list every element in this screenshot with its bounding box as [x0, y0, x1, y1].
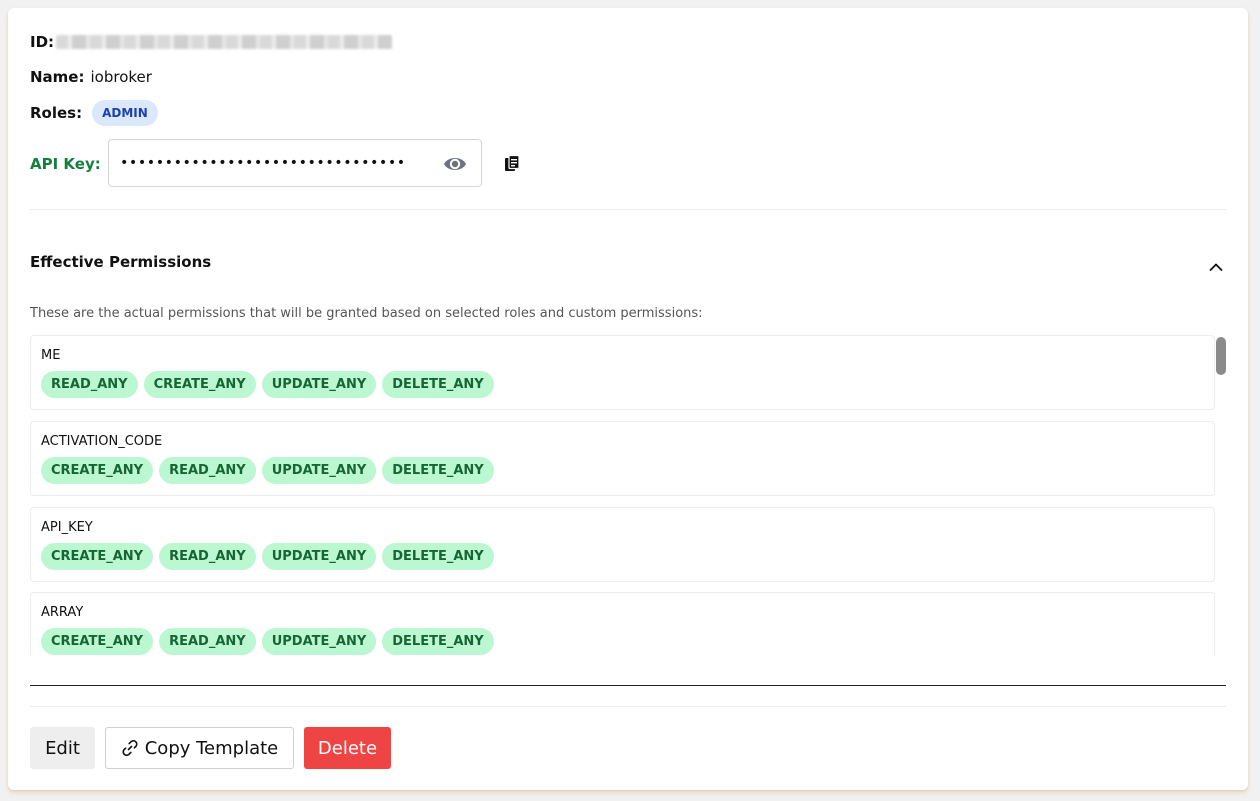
edit-button[interactable]: Edit: [30, 727, 95, 769]
permission-chip: READ_ANY: [159, 543, 256, 570]
roles-label: Roles:: [30, 104, 83, 122]
id-label: ID:: [30, 33, 55, 51]
permission-chip: DELETE_ANY: [382, 628, 494, 655]
permission-name: ME: [41, 348, 61, 363]
api-key-label: API Key:: [30, 155, 101, 173]
edit-button-label: Edit: [45, 737, 80, 759]
permission-actions: CREATE_ANY READ_ANY UPDATE_ANY DELETE_AN…: [41, 457, 494, 484]
id-row: ID:: [30, 33, 393, 51]
permission-item: API_KEY CREATE_ANY READ_ANY UPDATE_ANY D…: [30, 507, 1215, 582]
permissions-list[interactable]: ME READ_ANY CREATE_ANY UPDATE_ANY DELETE…: [30, 335, 1226, 656]
permission-chip: UPDATE_ANY: [261, 371, 377, 398]
permission-chip: CREATE_ANY: [41, 628, 154, 655]
permission-chip: READ_ANY: [41, 371, 138, 398]
link-icon: [121, 739, 139, 757]
permission-chip: DELETE_ANY: [382, 371, 494, 398]
roles-row: Roles: ADMIN: [30, 100, 158, 126]
permission-name: ARRAY: [41, 605, 84, 620]
permission-actions: CREATE_ANY READ_ANY UPDATE_ANY DELETE_AN…: [41, 628, 494, 655]
permission-chip: UPDATE_ANY: [261, 457, 377, 484]
copy-icon[interactable]: [504, 154, 520, 173]
name-label: Name:: [30, 68, 85, 86]
role-badge-admin: ADMIN: [92, 100, 158, 126]
permission-item: ARRAY CREATE_ANY READ_ANY UPDATE_ANY DEL…: [30, 592, 1215, 656]
name-row: Name: iobroker: [30, 68, 152, 86]
delete-button-label: Delete: [317, 737, 378, 759]
permission-actions: READ_ANY CREATE_ANY UPDATE_ANY DELETE_AN…: [41, 371, 494, 398]
eye-icon[interactable]: [443, 153, 467, 175]
permission-actions: CREATE_ANY READ_ANY UPDATE_ANY DELETE_AN…: [41, 543, 494, 570]
permission-chip: DELETE_ANY: [382, 543, 494, 570]
chevron-up-icon[interactable]: [1209, 257, 1223, 271]
permission-item: ME READ_ANY CREATE_ANY UPDATE_ANY DELETE…: [30, 335, 1215, 410]
permission-chip: UPDATE_ANY: [261, 628, 377, 655]
divider: [30, 209, 1226, 210]
permission-chip: CREATE_ANY: [143, 371, 256, 398]
permission-name: API_KEY: [41, 520, 93, 535]
permission-chip: READ_ANY: [159, 628, 256, 655]
effective-permissions-description: These are the actual permissions that wi…: [30, 306, 703, 321]
separator-line: [30, 685, 1226, 686]
effective-permissions-title: Effective Permissions: [30, 253, 212, 271]
permission-chip: CREATE_ANY: [41, 543, 154, 570]
copy-template-button[interactable]: Copy Template: [105, 727, 294, 769]
api-key-value: ••••••••••••••••••••••••••••••••: [120, 155, 406, 171]
api-key-field[interactable]: ••••••••••••••••••••••••••••••••: [108, 139, 482, 187]
permission-chip: READ_ANY: [159, 457, 256, 484]
divider: [30, 706, 1226, 707]
permission-item: ACTIVATION_CODE CREATE_ANY READ_ANY UPDA…: [30, 421, 1215, 496]
id-value-redacted: [56, 35, 393, 49]
api-key-row: API Key:: [30, 155, 101, 173]
permission-chip: DELETE_ANY: [382, 457, 494, 484]
name-value: iobroker: [90, 68, 152, 86]
permission-chip: CREATE_ANY: [41, 457, 154, 484]
api-key-detail-card: ID: Name: iobroker Roles: ADMIN API Key:…: [8, 8, 1248, 790]
permission-name: ACTIVATION_CODE: [41, 434, 163, 449]
permission-chip: UPDATE_ANY: [261, 543, 377, 570]
delete-button[interactable]: Delete: [304, 727, 391, 769]
copy-template-label: Copy Template: [144, 737, 279, 759]
scrollbar-thumb[interactable]: [1216, 337, 1226, 375]
